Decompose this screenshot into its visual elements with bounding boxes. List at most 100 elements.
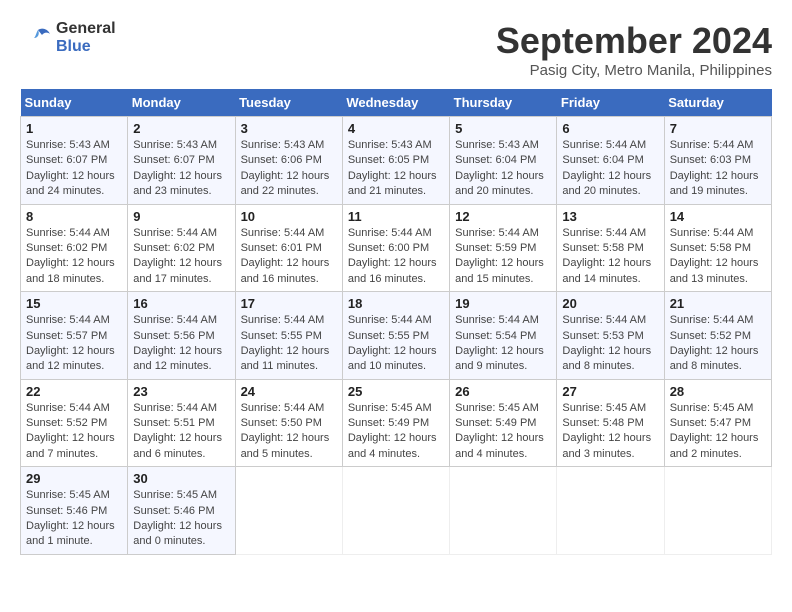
calendar-cell: 12 Sunrise: 5:44 AMSunset: 5:59 PMDaylig… — [450, 204, 557, 292]
day-info: Sunrise: 5:44 AMSunset: 5:58 PMDaylight:… — [670, 227, 759, 285]
calendar-cell: 16 Sunrise: 5:44 AMSunset: 5:56 PMDaylig… — [128, 292, 235, 380]
calendar-cell: 2 Sunrise: 5:43 AMSunset: 6:07 PMDayligh… — [128, 117, 235, 205]
calendar-cell: 28 Sunrise: 5:45 AMSunset: 5:47 PMDaylig… — [664, 379, 771, 467]
day-number: 20 — [562, 296, 658, 311]
calendar-cell — [664, 467, 771, 555]
calendar-cell — [557, 467, 664, 555]
day-info: Sunrise: 5:45 AMSunset: 5:46 PMDaylight:… — [133, 489, 222, 547]
header-saturday: Saturday — [664, 89, 771, 117]
calendar-cell: 8 Sunrise: 5:44 AMSunset: 6:02 PMDayligh… — [21, 204, 128, 292]
title-block: September 2024 Pasig City, Metro Manila,… — [496, 20, 772, 79]
day-info: Sunrise: 5:44 AMSunset: 5:51 PMDaylight:… — [133, 402, 222, 460]
day-number: 1 — [26, 121, 122, 136]
calendar-cell: 22 Sunrise: 5:44 AMSunset: 5:52 PMDaylig… — [21, 379, 128, 467]
day-info: Sunrise: 5:44 AMSunset: 5:52 PMDaylight:… — [670, 314, 759, 372]
day-info: Sunrise: 5:45 AMSunset: 5:48 PMDaylight:… — [562, 402, 651, 460]
calendar-cell — [450, 467, 557, 555]
day-number: 30 — [133, 471, 229, 486]
day-info: Sunrise: 5:43 AMSunset: 6:04 PMDaylight:… — [455, 139, 544, 197]
page-header: General Blue September 2024 Pasig City, … — [20, 20, 772, 79]
day-number: 5 — [455, 121, 551, 136]
day-number: 26 — [455, 384, 551, 399]
day-number: 16 — [133, 296, 229, 311]
day-info: Sunrise: 5:45 AMSunset: 5:47 PMDaylight:… — [670, 402, 759, 460]
header-thursday: Thursday — [450, 89, 557, 117]
calendar-cell: 20 Sunrise: 5:44 AMSunset: 5:53 PMDaylig… — [557, 292, 664, 380]
day-number: 10 — [241, 209, 337, 224]
calendar-cell: 19 Sunrise: 5:44 AMSunset: 5:54 PMDaylig… — [450, 292, 557, 380]
week-row-3: 15 Sunrise: 5:44 AMSunset: 5:57 PMDaylig… — [21, 292, 772, 380]
day-number: 14 — [670, 209, 766, 224]
day-number: 11 — [348, 209, 444, 224]
day-number: 6 — [562, 121, 658, 136]
day-info: Sunrise: 5:44 AMSunset: 6:02 PMDaylight:… — [26, 227, 115, 285]
calendar-cell: 29 Sunrise: 5:45 AMSunset: 5:46 PMDaylig… — [21, 467, 128, 555]
calendar-cell — [342, 467, 449, 555]
day-info: Sunrise: 5:44 AMSunset: 5:52 PMDaylight:… — [26, 402, 115, 460]
calendar-cell: 11 Sunrise: 5:44 AMSunset: 6:00 PMDaylig… — [342, 204, 449, 292]
calendar-cell: 10 Sunrise: 5:44 AMSunset: 6:01 PMDaylig… — [235, 204, 342, 292]
logo: General Blue — [20, 20, 116, 56]
week-row-2: 8 Sunrise: 5:44 AMSunset: 6:02 PMDayligh… — [21, 204, 772, 292]
calendar-cell: 17 Sunrise: 5:44 AMSunset: 5:55 PMDaylig… — [235, 292, 342, 380]
calendar-cell: 4 Sunrise: 5:43 AMSunset: 6:05 PMDayligh… — [342, 117, 449, 205]
day-number: 15 — [26, 296, 122, 311]
calendar-cell: 6 Sunrise: 5:44 AMSunset: 6:04 PMDayligh… — [557, 117, 664, 205]
sub-title: Pasig City, Metro Manila, Philippines — [496, 62, 772, 79]
day-number: 21 — [670, 296, 766, 311]
day-info: Sunrise: 5:44 AMSunset: 5:57 PMDaylight:… — [26, 314, 115, 372]
day-number: 8 — [26, 209, 122, 224]
day-info: Sunrise: 5:44 AMSunset: 6:02 PMDaylight:… — [133, 227, 222, 285]
day-info: Sunrise: 5:44 AMSunset: 6:04 PMDaylight:… — [562, 139, 651, 197]
day-number: 17 — [241, 296, 337, 311]
day-info: Sunrise: 5:44 AMSunset: 5:58 PMDaylight:… — [562, 227, 651, 285]
day-number: 3 — [241, 121, 337, 136]
week-row-1: 1 Sunrise: 5:43 AMSunset: 6:07 PMDayligh… — [21, 117, 772, 205]
day-info: Sunrise: 5:44 AMSunset: 5:56 PMDaylight:… — [133, 314, 222, 372]
day-number: 9 — [133, 209, 229, 224]
calendar-cell: 1 Sunrise: 5:43 AMSunset: 6:07 PMDayligh… — [21, 117, 128, 205]
day-number: 27 — [562, 384, 658, 399]
calendar-cell: 27 Sunrise: 5:45 AMSunset: 5:48 PMDaylig… — [557, 379, 664, 467]
week-row-4: 22 Sunrise: 5:44 AMSunset: 5:52 PMDaylig… — [21, 379, 772, 467]
calendar-cell: 5 Sunrise: 5:43 AMSunset: 6:04 PMDayligh… — [450, 117, 557, 205]
day-number: 25 — [348, 384, 444, 399]
day-number: 22 — [26, 384, 122, 399]
day-info: Sunrise: 5:43 AMSunset: 6:06 PMDaylight:… — [241, 139, 330, 197]
calendar-cell: 23 Sunrise: 5:44 AMSunset: 5:51 PMDaylig… — [128, 379, 235, 467]
day-info: Sunrise: 5:44 AMSunset: 5:55 PMDaylight:… — [241, 314, 330, 372]
main-title: September 2024 — [496, 20, 772, 62]
day-info: Sunrise: 5:45 AMSunset: 5:49 PMDaylight:… — [348, 402, 437, 460]
day-number: 18 — [348, 296, 444, 311]
calendar-cell: 21 Sunrise: 5:44 AMSunset: 5:52 PMDaylig… — [664, 292, 771, 380]
day-info: Sunrise: 5:44 AMSunset: 6:00 PMDaylight:… — [348, 227, 437, 285]
day-number: 12 — [455, 209, 551, 224]
calendar-cell: 13 Sunrise: 5:44 AMSunset: 5:58 PMDaylig… — [557, 204, 664, 292]
day-info: Sunrise: 5:44 AMSunset: 5:54 PMDaylight:… — [455, 314, 544, 372]
header-friday: Friday — [557, 89, 664, 117]
day-number: 7 — [670, 121, 766, 136]
logo-bird-icon — [20, 22, 52, 54]
header-sunday: Sunday — [21, 89, 128, 117]
day-info: Sunrise: 5:44 AMSunset: 6:03 PMDaylight:… — [670, 139, 759, 197]
day-number: 2 — [133, 121, 229, 136]
calendar-cell: 24 Sunrise: 5:44 AMSunset: 5:50 PMDaylig… — [235, 379, 342, 467]
day-info: Sunrise: 5:44 AMSunset: 5:50 PMDaylight:… — [241, 402, 330, 460]
calendar-cell — [235, 467, 342, 555]
calendar-cell: 25 Sunrise: 5:45 AMSunset: 5:49 PMDaylig… — [342, 379, 449, 467]
day-number: 28 — [670, 384, 766, 399]
day-number: 19 — [455, 296, 551, 311]
calendar-cell: 7 Sunrise: 5:44 AMSunset: 6:03 PMDayligh… — [664, 117, 771, 205]
day-info: Sunrise: 5:43 AMSunset: 6:05 PMDaylight:… — [348, 139, 437, 197]
calendar-cell: 14 Sunrise: 5:44 AMSunset: 5:58 PMDaylig… — [664, 204, 771, 292]
day-number: 4 — [348, 121, 444, 136]
day-number: 23 — [133, 384, 229, 399]
calendar-cell: 18 Sunrise: 5:44 AMSunset: 5:55 PMDaylig… — [342, 292, 449, 380]
calendar-cell: 15 Sunrise: 5:44 AMSunset: 5:57 PMDaylig… — [21, 292, 128, 380]
day-info: Sunrise: 5:44 AMSunset: 5:55 PMDaylight:… — [348, 314, 437, 372]
week-row-5: 29 Sunrise: 5:45 AMSunset: 5:46 PMDaylig… — [21, 467, 772, 555]
header-wednesday: Wednesday — [342, 89, 449, 117]
calendar-cell: 26 Sunrise: 5:45 AMSunset: 5:49 PMDaylig… — [450, 379, 557, 467]
header-row: SundayMondayTuesdayWednesdayThursdayFrid… — [21, 89, 772, 117]
day-number: 24 — [241, 384, 337, 399]
